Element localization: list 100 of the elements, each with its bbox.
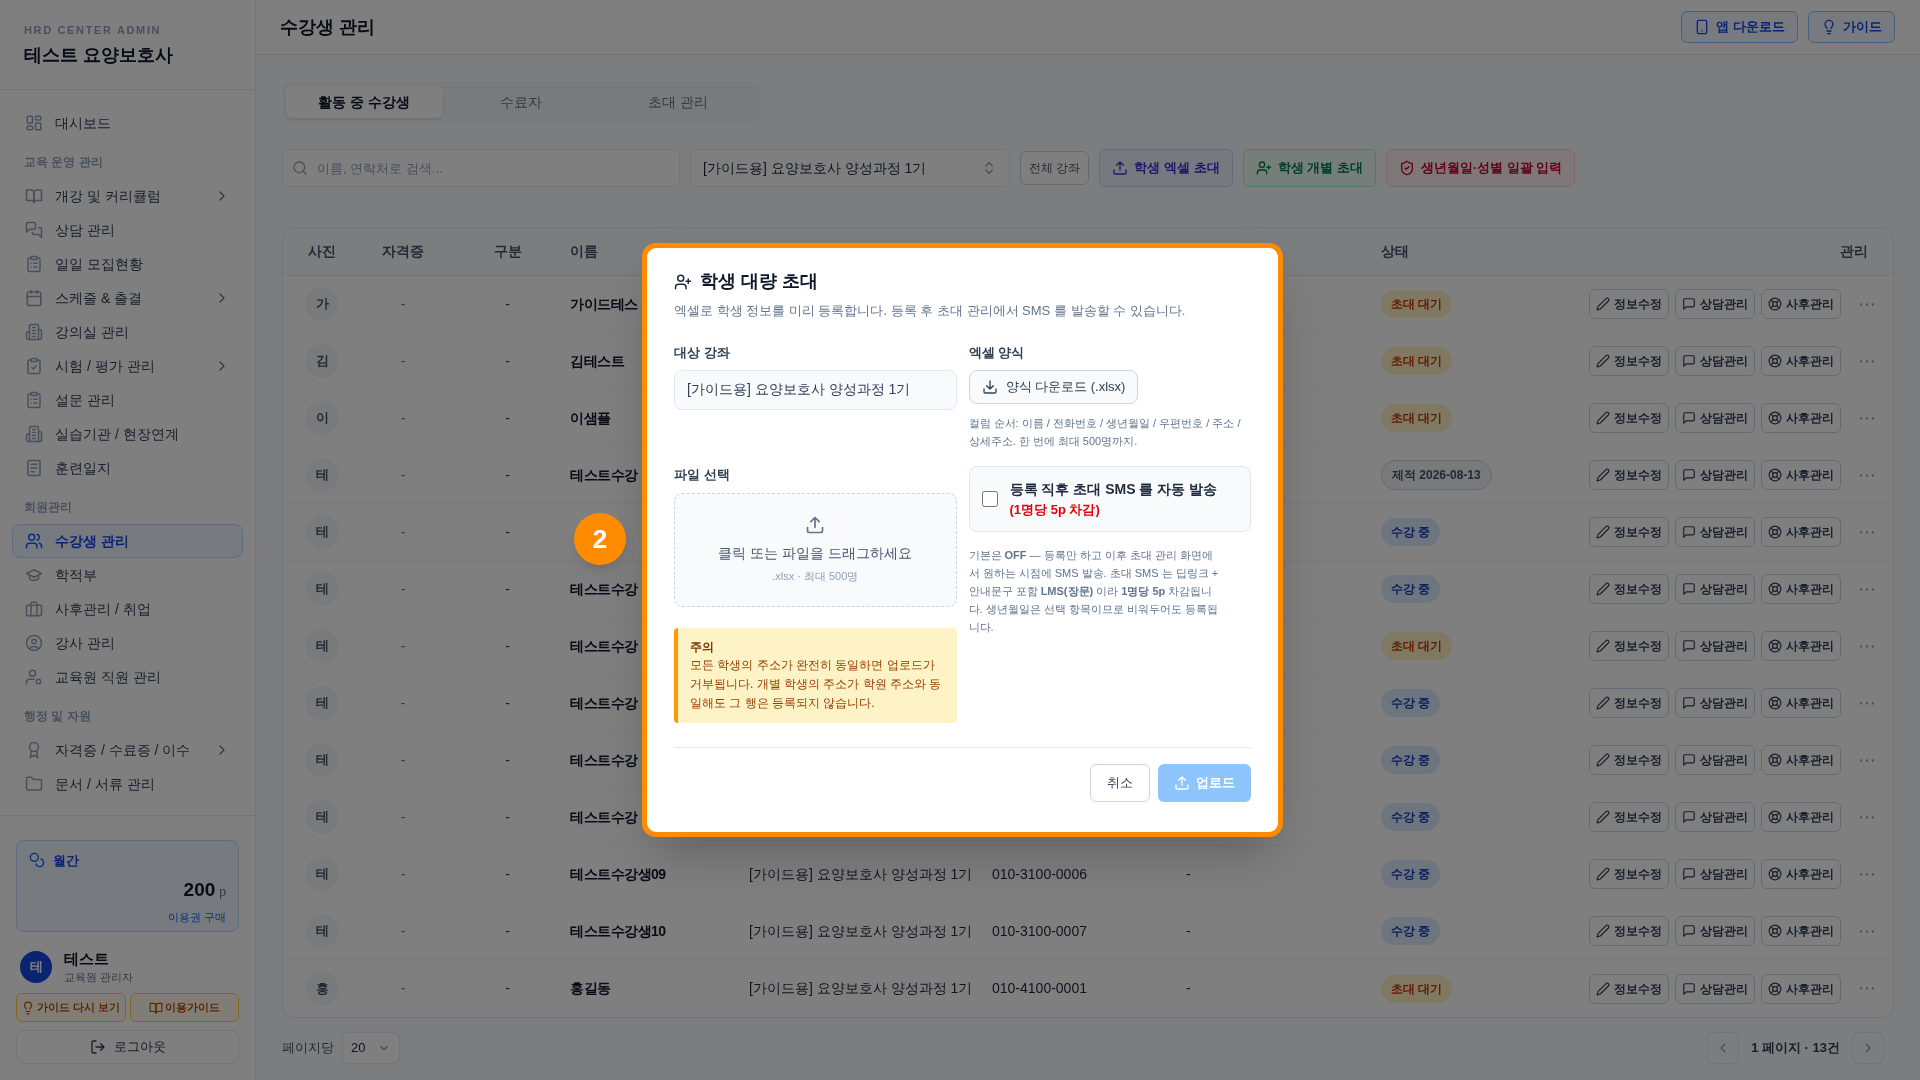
- template-download-button[interactable]: 양식 다운로드 (.xlsx): [968, 370, 1139, 404]
- logout-button[interactable]: 로그아웃: [16, 1030, 239, 1064]
- consult-button[interactable]: 상담관리: [1675, 688, 1755, 718]
- nav-item[interactable]: 대시보드: [12, 106, 243, 140]
- usage-guide-button[interactable]: 이용가이드: [129, 993, 239, 1022]
- status-badge: 초대 대기: [1381, 404, 1453, 432]
- avatar: 테: [305, 914, 339, 948]
- table-cell-text: -: [505, 522, 510, 542]
- aftercare-button[interactable]: 사후관리: [1761, 916, 1841, 946]
- nav-item[interactable]: 문서 / 서류 관리: [12, 767, 243, 801]
- avatar: 테: [305, 857, 339, 891]
- tab[interactable]: 초대 관리: [599, 86, 756, 118]
- edit-info-button[interactable]: 정보수정: [1589, 859, 1669, 889]
- nav-item[interactable]: 일일 모집현황: [12, 247, 243, 281]
- aftercare-button[interactable]: 사후관리: [1761, 460, 1841, 490]
- consult-button[interactable]: 상담관리: [1675, 916, 1755, 946]
- guide-button[interactable]: 가이드: [1808, 11, 1895, 43]
- nav-item[interactable]: 강사 관리: [12, 626, 243, 660]
- consult-button[interactable]: 상담관리: [1675, 517, 1755, 547]
- single-invite-button[interactable]: 학생 개별 초대: [1242, 149, 1376, 187]
- course-select[interactable]: [가이드용] 요양보호사 양성과정 1기: [690, 149, 1010, 187]
- aftercare-button[interactable]: 사후관리: [1761, 346, 1841, 376]
- tab[interactable]: 수료자: [442, 86, 600, 118]
- buy-pass-link[interactable]: 이용권 구매: [167, 908, 226, 925]
- aftercare-button[interactable]: 사후관리: [1761, 403, 1841, 433]
- consult-button[interactable]: 상담관리: [1675, 403, 1755, 433]
- nav-item[interactable]: 설문 관리: [12, 383, 243, 417]
- per-page-select[interactable]: 20: [342, 1032, 400, 1064]
- table-cell-text: -: [505, 294, 510, 314]
- edit-info-button[interactable]: 정보수정: [1589, 973, 1669, 1004]
- consult-button[interactable]: 상담관리: [1675, 631, 1755, 661]
- bulk-input-button[interactable]: 생년월일·성별 일괄 입력: [1385, 149, 1576, 187]
- aftercare-button[interactable]: 사후관리: [1761, 631, 1841, 661]
- aftercare-button[interactable]: 사후관리: [1761, 973, 1841, 1004]
- all-courses-button[interactable]: 전체 강좌: [1020, 151, 1090, 185]
- dropzone-text: 클릭 또는 파일을 드래그하세요: [718, 543, 913, 563]
- nav-item[interactable]: 훈련일지: [12, 451, 243, 485]
- guide-replay-button[interactable]: 가이드 다시 보기: [16, 993, 126, 1022]
- aftercare-button[interactable]: 사후관리: [1761, 802, 1841, 832]
- cancel-button[interactable]: 취소: [1090, 763, 1150, 802]
- table-cell-text: [가이드용] 요양보호사 양성과정 1기: [749, 921, 973, 941]
- consult-button[interactable]: 상담관리: [1675, 289, 1755, 319]
- table-cell-text: -: [505, 864, 510, 884]
- edit-info-button[interactable]: 정보수정: [1589, 346, 1669, 376]
- points-value: 200: [183, 878, 216, 902]
- avatar: 테: [305, 743, 339, 777]
- student-name: 테스트수강: [570, 636, 638, 656]
- consult-button[interactable]: 상담관리: [1675, 346, 1755, 376]
- status-badge: 초대 대기: [1381, 290, 1453, 318]
- consult-button[interactable]: 상담관리: [1675, 460, 1755, 490]
- edit-info-button[interactable]: 정보수정: [1589, 460, 1669, 490]
- nav-item[interactable]: 교육원 직원 관리: [12, 660, 243, 694]
- file-dropzone[interactable]: 클릭 또는 파일을 드래그하세요 .xlsx · 최대 500명: [674, 492, 957, 607]
- aftercare-button[interactable]: 사후관리: [1761, 574, 1841, 604]
- table-cell-text: [가이드용] 요양보호사 양성과정 1기: [749, 979, 973, 998]
- nav-item[interactable]: 실습기관 / 현장연계: [12, 417, 243, 451]
- aftercare-button[interactable]: 사후관리: [1761, 517, 1841, 547]
- table-cell-text: -: [505, 351, 510, 371]
- table-cell-text: -: [1186, 921, 1191, 941]
- edit-info-button[interactable]: 정보수정: [1589, 289, 1669, 319]
- table-cell-text: -: [400, 294, 406, 314]
- nav-item[interactable]: 상담 관리: [12, 213, 243, 247]
- nav-item[interactable]: 수강생 관리: [12, 524, 243, 558]
- consult-button[interactable]: 상담관리: [1675, 802, 1755, 832]
- consult-button[interactable]: 상담관리: [1675, 574, 1755, 604]
- table-cell-text: [가이드용] 요양보호사 양성과정 1기: [749, 864, 973, 884]
- student-name: 이샘플: [570, 408, 611, 428]
- consult-button[interactable]: 상담관리: [1675, 973, 1755, 1004]
- edit-info-button[interactable]: 정보수정: [1589, 688, 1669, 718]
- nav-item[interactable]: 자격증 / 수료증 / 이수: [12, 733, 243, 767]
- edit-info-button[interactable]: 정보수정: [1589, 802, 1669, 832]
- nav-item[interactable]: 시험 / 평가 관리: [12, 349, 243, 383]
- course-field[interactable]: [가이드용] 요양보호사 양성과정 1기: [674, 370, 957, 410]
- column-header: 구분: [493, 242, 522, 261]
- status-badge: 초대 대기: [1381, 974, 1453, 1003]
- edit-info-button[interactable]: 정보수정: [1589, 916, 1669, 946]
- auto-sms-label: 등록 직후 초대 SMS 를 자동 발송: [1009, 479, 1218, 499]
- student-name: 테스트수강: [570, 807, 638, 827]
- edit-info-button[interactable]: 정보수정: [1589, 517, 1669, 547]
- warning-text: 모든 학생의 주소가 완전히 동일하면 업로드가 거부됩니다. 개별 학생의 주소가 학원 주소와 동일해도 그 행은 등록되지 않습니다.: [690, 656, 943, 712]
- nav-item[interactable]: 스케줄 & 출결: [12, 281, 243, 315]
- aftercare-button[interactable]: 사후관리: [1761, 745, 1841, 775]
- consult-button[interactable]: 상담관리: [1675, 859, 1755, 889]
- app-download-button[interactable]: 앱 다운로드: [1681, 11, 1798, 43]
- tab[interactable]: 활동 중 수강생: [286, 86, 443, 118]
- aftercare-button[interactable]: 사후관리: [1761, 688, 1841, 718]
- excel-invite-button[interactable]: 학생 엑셀 초대: [1099, 149, 1233, 187]
- edit-info-button[interactable]: 정보수정: [1589, 631, 1669, 661]
- nav-item[interactable]: 개강 및 커리큘럼: [12, 179, 243, 213]
- edit-info-button[interactable]: 정보수정: [1589, 745, 1669, 775]
- edit-info-button[interactable]: 정보수정: [1589, 403, 1669, 433]
- edit-info-button[interactable]: 정보수정: [1589, 574, 1669, 604]
- aftercare-button[interactable]: 사후관리: [1761, 859, 1841, 889]
- user-role: 교육원 관리자: [64, 969, 134, 985]
- nav-item[interactable]: 학적부: [12, 558, 243, 592]
- nav-item[interactable]: 강의실 관리: [12, 315, 243, 349]
- user-name: 테스트: [64, 948, 110, 969]
- consult-button[interactable]: 상담관리: [1675, 745, 1755, 775]
- aftercare-button[interactable]: 사후관리: [1761, 289, 1841, 319]
- nav-item[interactable]: 사후관리 / 취업: [12, 592, 243, 626]
